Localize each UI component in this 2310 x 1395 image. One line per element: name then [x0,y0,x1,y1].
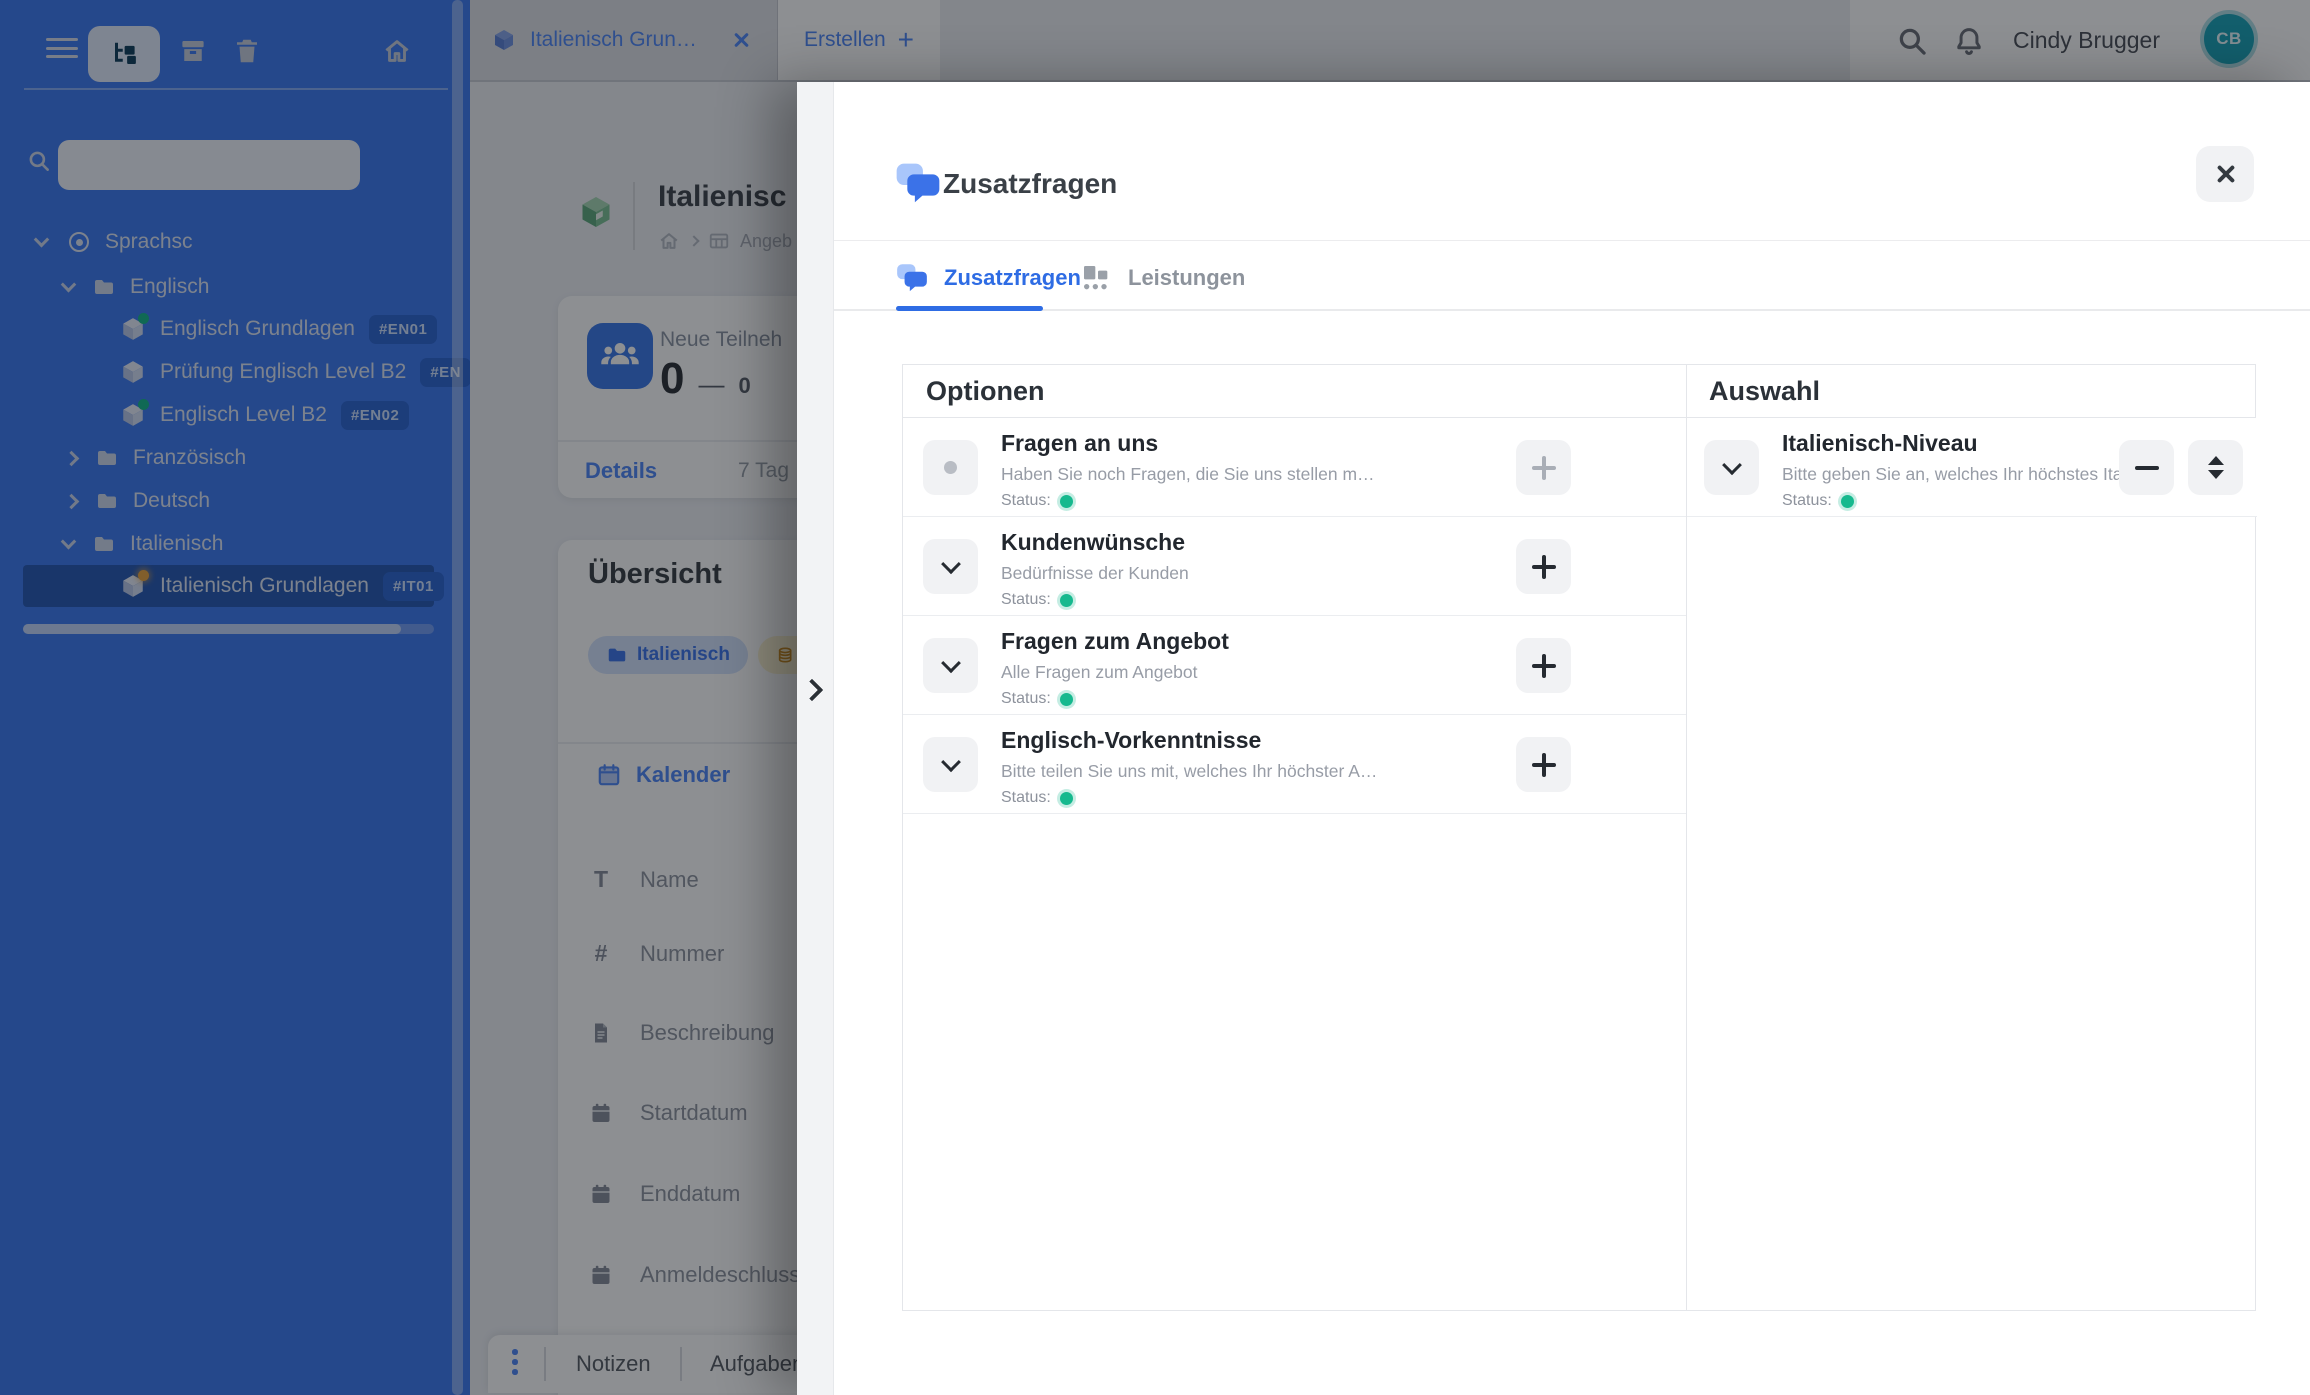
expand-button[interactable] [923,440,978,495]
option-subtitle: Alle Fragen zum Angebot [1001,662,1229,683]
minus-icon [2135,466,2159,470]
option-status: Status: [1001,492,1375,510]
chat-bubbles-icon [896,263,928,293]
status-dot [1060,594,1073,607]
status-label: Status: [1001,789,1051,807]
tab-track [834,309,2310,311]
option-row-fragen-zum-angebot: Fragen zum Angebot Alle Fragen zum Angeb… [903,616,1686,715]
expand-button[interactable] [923,737,978,792]
plus-icon [1532,654,1556,678]
app-window: Italienisch Grun… Erstellen + Cindy Brug… [0,0,2310,1395]
plus-icon [1532,753,1556,777]
status-dot [1060,792,1073,805]
tab-leistungen[interactable]: Leistungen [1080,250,1245,306]
selection-status: Status: [1782,492,2158,510]
zusatzfragen-modal: Zusatzfragen Zusatzfragen Leistungen Opt… [797,82,2310,1395]
selection-column-header: Auswahl [1709,365,1820,417]
add-option-button[interactable] [1516,638,1571,693]
add-option-button[interactable] [1516,539,1571,594]
option-text: Fragen zum Angebot Alle Fragen zum Angeb… [1001,628,1229,708]
expand-button[interactable] [1704,440,1759,495]
option-row-fragen-an-uns: Fragen an uns Haben Sie noch Fragen, die… [903,418,1686,517]
status-label: Status: [1001,591,1051,609]
chevron-down-icon [941,752,961,772]
sort-icon [2208,456,2224,479]
chevron-down-icon [941,653,961,673]
expand-button[interactable] [923,638,978,693]
option-text: Fragen an uns Haben Sie noch Fragen, die… [1001,430,1375,510]
status-dot [1841,495,1854,508]
option-status: Status: [1001,789,1377,807]
selection-row-italienisch-niveau: Italienisch-Niveau Bitte geben Sie an, w… [1687,418,2257,517]
status-dot [1060,495,1073,508]
expand-button[interactable] [923,539,978,594]
selection-subtitle: Bitte geben Sie an, welches Ihr höchstes… [1782,464,2158,485]
option-subtitle: Haben Sie noch Fragen, die Sie uns stell… [1001,464,1375,485]
option-title: Englisch-Vorkenntnisse [1001,727,1377,754]
option-row-englisch-vorkenntnisse: Englisch-Vorkenntnisse Bitte teilen Sie … [903,715,1686,814]
tab-zusatzfragen[interactable]: Zusatzfragen [896,250,1081,306]
selection-title: Italienisch-Niveau [1782,430,2158,457]
option-title: Kundenwünsche [1001,529,1189,556]
close-icon [2214,163,2236,185]
drawer-collapse-rail[interactable] [797,82,834,1395]
status-dot [1060,693,1073,706]
active-tab-underline [896,306,1043,311]
divider [834,240,2310,241]
option-subtitle: Bedürfnisse der Kunden [1001,563,1189,584]
close-button[interactable] [2196,146,2254,202]
option-row-kundenwuensche: Kundenwünsche Bedürfnisse der Kunden Sta… [903,517,1686,616]
plus-icon [1532,456,1556,480]
option-title: Fragen an uns [1001,430,1375,457]
add-option-button[interactable] [1516,440,1571,495]
tab-label: Zusatzfragen [944,265,1081,291]
option-status: Status: [1001,690,1229,708]
option-text: Englisch-Vorkenntnisse Bitte teilen Sie … [1001,727,1377,807]
option-title: Fragen zum Angebot [1001,628,1229,655]
chevron-down-icon [941,554,961,574]
transfer-list: Optionen Auswahl Fragen an uns Haben Sie… [902,364,2256,1311]
chevron-right-icon[interactable] [801,679,824,702]
chevron-down-icon [1722,455,1742,475]
add-option-button[interactable] [1516,737,1571,792]
tab-label: Leistungen [1128,265,1245,291]
remove-selection-button[interactable] [2119,440,2174,495]
plus-icon [1532,555,1556,579]
status-label: Status: [1001,492,1051,510]
options-column-header: Optionen [926,365,1044,417]
selection-text: Italienisch-Niveau Bitte geben Sie an, w… [1782,430,2158,510]
option-subtitle: Bitte teilen Sie uns mit, welches Ihr hö… [1001,761,1377,782]
status-label: Status: [1782,492,1832,510]
status-label: Status: [1001,690,1051,708]
services-icon [1080,263,1112,293]
option-status: Status: [1001,591,1189,609]
modal-title: Zusatzfragen [943,168,1117,200]
reorder-button[interactable] [2188,440,2243,495]
bullet-icon [944,461,957,474]
chat-bubbles-icon [895,162,941,206]
option-text: Kundenwünsche Bedürfnisse der Kunden Sta… [1001,529,1189,609]
